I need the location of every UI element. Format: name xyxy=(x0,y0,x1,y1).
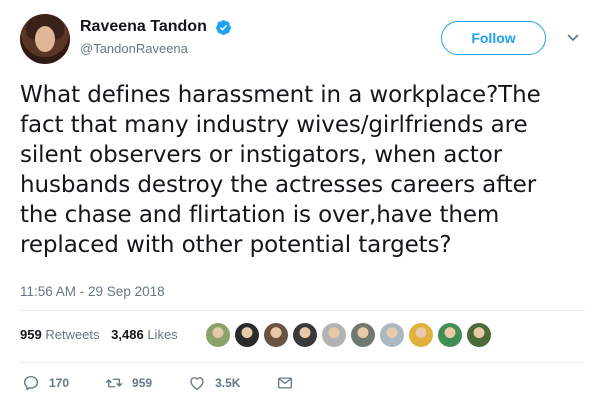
like-count: 3.5K xyxy=(215,376,241,390)
liker-avatar[interactable] xyxy=(379,322,405,348)
liker-avatar[interactable] xyxy=(263,322,289,348)
tweet-text: What defines harassment in a workplace?T… xyxy=(20,80,590,260)
liker-avatar[interactable] xyxy=(466,322,492,348)
likes-stat[interactable]: 3,486 Likes xyxy=(111,327,178,342)
tweet-line: silent observers or instigators, when ac… xyxy=(20,142,503,168)
retweets-stat-count: 959 xyxy=(20,327,42,342)
liker-avatar[interactable] xyxy=(292,322,318,348)
tweet-line: What defines harassment in a workplace?T… xyxy=(20,82,541,108)
retweets-stat-label: Retweets xyxy=(45,327,100,342)
retweet-count: 959 xyxy=(132,376,153,390)
tweet-line: the chase and flirtation is over,have th… xyxy=(20,202,500,228)
tweet-timestamp[interactable]: 11:56 AM - 29 Sep 2018 xyxy=(20,284,165,299)
liker-avatar[interactable] xyxy=(205,322,231,348)
reply-button[interactable]: 170 xyxy=(22,374,69,392)
liker-avatar[interactable] xyxy=(437,322,463,348)
liker-avatar[interactable] xyxy=(350,322,376,348)
direct-message-button[interactable] xyxy=(276,374,303,392)
like-button[interactable]: 3.5K xyxy=(188,374,240,392)
author-block[interactable]: Raveena Tandon @TandonRaveena xyxy=(80,18,232,56)
tweet-actions: 170 959 3.5K xyxy=(22,372,339,394)
retweet-button[interactable]: 959 xyxy=(105,374,152,392)
author-display-name[interactable]: Raveena Tandon xyxy=(80,18,207,36)
tweet-line: replaced with other potential targets? xyxy=(20,232,452,258)
likes-stat-count: 3,486 xyxy=(111,327,144,342)
verified-badge-icon xyxy=(216,19,232,35)
tweet-header: Raveena Tandon @TandonRaveena Follow xyxy=(20,12,590,66)
reply-count: 170 xyxy=(49,376,70,390)
envelope-icon xyxy=(278,377,293,389)
author-handle[interactable]: @TandonRaveena xyxy=(80,41,232,56)
tweet-stats: 959 Retweets 3,486 Likes xyxy=(20,327,186,342)
retweet-icon xyxy=(105,378,123,388)
avatar[interactable] xyxy=(20,14,70,64)
divider xyxy=(20,310,585,311)
likes-stat-label: Likes xyxy=(147,327,178,342)
retweets-stat[interactable]: 959 Retweets xyxy=(20,327,103,342)
heart-icon xyxy=(190,377,204,391)
follow-button[interactable]: Follow xyxy=(441,21,546,55)
divider xyxy=(20,362,585,363)
liker-avatar[interactable] xyxy=(408,322,434,348)
chevron-down-icon[interactable] xyxy=(567,32,579,44)
tweet-line: fact that many industry wives/girlfriend… xyxy=(20,112,528,138)
reply-icon xyxy=(23,375,39,391)
likers-avatar-list xyxy=(205,322,495,348)
tweet-line: husbands destroy the actresses careers a… xyxy=(20,172,537,198)
liker-avatar[interactable] xyxy=(234,322,260,348)
liker-avatar[interactable] xyxy=(321,322,347,348)
